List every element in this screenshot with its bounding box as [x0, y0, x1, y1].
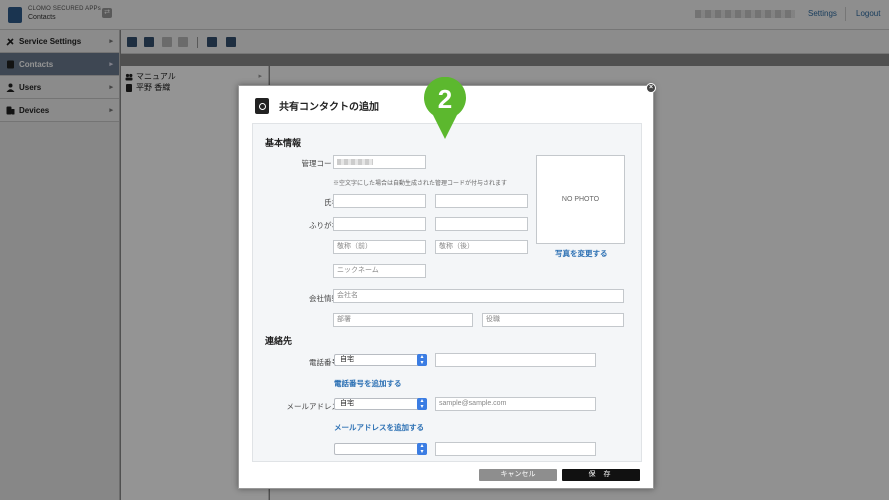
save-button[interactable]: 保 存: [562, 469, 640, 481]
change-photo-link[interactable]: 写真を変更する: [555, 248, 608, 259]
select-arrows-icon: ▴ ▾: [417, 443, 427, 455]
phone-number-field[interactable]: [435, 353, 596, 367]
honorific-prefix-field[interactable]: 敬称（前）: [333, 240, 426, 254]
section-basic-info: 基本情報: [265, 138, 302, 148]
step-number: 2: [438, 84, 452, 114]
management-code-value-redacted: [337, 159, 373, 165]
job-title-field[interactable]: 役職: [482, 313, 624, 327]
dialog-body[interactable]: 基本情報 管理コード ※空文字にした場合は自動生成された管理コードが付与されます…: [252, 123, 642, 462]
email-type-select[interactable]: 自宅 ▴ ▾: [334, 398, 427, 410]
select-arrows-icon: ▴ ▾: [417, 354, 427, 366]
nickname-field[interactable]: ニックネーム: [333, 264, 426, 278]
phone-type-value: 自宅: [340, 356, 354, 363]
dialog-title: 共有コンタクトの追加: [279, 102, 379, 113]
dialog-footer: キャンセル 保 存: [239, 462, 653, 488]
company-name-field[interactable]: 会社名: [333, 289, 624, 303]
phone-type-select[interactable]: 自宅 ▴ ▾: [334, 354, 427, 366]
phone-label: 電話番号: [309, 358, 339, 367]
first-name-furigana-field[interactable]: [435, 217, 528, 231]
step-marker-icon: 2: [424, 77, 466, 139]
close-icon[interactable]: ×: [646, 83, 656, 93]
management-code-field[interactable]: [333, 155, 426, 169]
last-name-furigana-field[interactable]: [333, 217, 426, 231]
add-shared-contact-dialog: 共有コンタクトの追加 基本情報 管理コード ※空文字にした場合は自動生成された管…: [238, 85, 654, 489]
first-name-field[interactable]: [435, 194, 528, 208]
department-field[interactable]: 部署: [333, 313, 473, 327]
email-type-value: 自宅: [340, 400, 354, 407]
company-info-label: 会社情報: [309, 294, 339, 303]
name-label: 氏名: [324, 198, 339, 207]
email-field[interactable]: sample@sample.com: [435, 397, 596, 411]
furigana-label: ふりがな: [309, 221, 339, 230]
next-value-field[interactable]: [435, 442, 596, 456]
add-email-link[interactable]: メールアドレスを追加する: [334, 422, 424, 433]
honorific-suffix-field[interactable]: 敬称（後）: [435, 240, 528, 254]
address-book-icon: [255, 98, 269, 114]
email-label: メールアドレス: [286, 402, 340, 411]
photo-placeholder: NO PHOTO: [536, 155, 625, 244]
management-code-hint: ※空文字にした場合は自動生成された管理コードが付与されます: [333, 181, 508, 187]
cancel-button[interactable]: キャンセル: [479, 469, 557, 481]
select-arrows-icon: ▴ ▾: [417, 398, 427, 410]
add-phone-link[interactable]: 電話番号を追加する: [334, 378, 402, 389]
next-type-select[interactable]: ▴ ▾: [334, 443, 427, 455]
last-name-field[interactable]: [333, 194, 426, 208]
section-contact-info: 連絡先: [265, 336, 293, 346]
management-code-label: 管理コード: [301, 159, 340, 168]
